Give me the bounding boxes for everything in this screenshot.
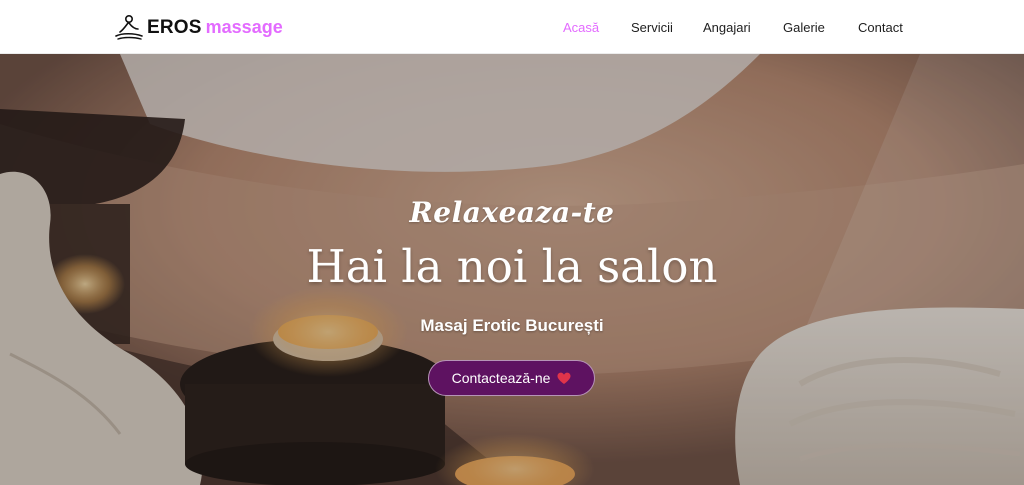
nav-item-jobs[interactable]: Angajari bbox=[703, 20, 751, 35]
main-nav: Acasă Servicii Angajari Galerie Contact bbox=[0, 20, 1024, 38]
hero-subtitle: Masaj Erotic București bbox=[420, 316, 604, 335]
hero-script-tagline: Relaxeaza-te bbox=[409, 196, 615, 229]
nav-item-gallery[interactable]: Galerie bbox=[783, 20, 825, 35]
hero-title: Hai la noi la salon bbox=[306, 240, 718, 293]
site-header: EROS massage Acasă Servicii Angajari Gal… bbox=[0, 0, 1024, 54]
nav-item-services[interactable]: Servicii bbox=[631, 20, 673, 35]
heart-icon bbox=[557, 372, 571, 384]
hero-content: Relaxeaza-te Hai la noi la salon Masaj E… bbox=[0, 54, 1024, 485]
nav-item-home[interactable]: Acasă bbox=[563, 20, 599, 35]
contact-us-label: Contactează-ne bbox=[451, 370, 551, 386]
hero-section: Relaxeaza-te Hai la noi la salon Masaj E… bbox=[0, 54, 1024, 485]
contact-us-button[interactable]: Contactează-ne bbox=[428, 360, 595, 396]
nav-item-contact[interactable]: Contact bbox=[858, 20, 903, 35]
